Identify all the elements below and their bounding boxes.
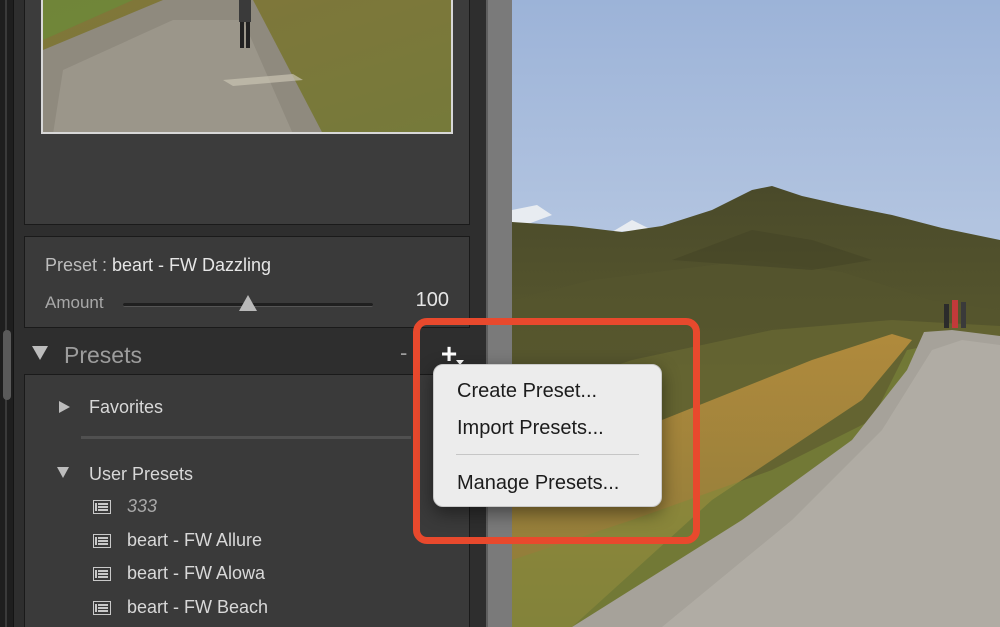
presets-panel-title[interactable]: Presets (64, 342, 142, 369)
trail-photo-thumbnail (43, 0, 451, 132)
amount-label: Amount (45, 293, 104, 312)
preset-item-fw-alowa[interactable]: beart - FW Alowa (93, 563, 453, 587)
current-preset-line: Preset : beart - FW Dazzling (45, 255, 271, 276)
favorites-group-label[interactable]: Favorites (89, 397, 163, 418)
slider-thumb-icon[interactable] (239, 295, 257, 311)
preset-item-label: 333 (127, 496, 158, 516)
preset-amount-panel: Preset : beart - FW Dazzling Amount 100 (24, 236, 470, 328)
preset-item-fw-beach[interactable]: beart - FW Beach (93, 597, 453, 621)
preset-list-icon (93, 601, 111, 615)
preset-item-label: beart - FW Alowa (127, 563, 266, 583)
preset-item-333[interactable]: 333 (93, 496, 453, 520)
preset-item-label: beart - FW Beach (127, 597, 269, 617)
preset-prefix-label: Preset : (45, 255, 113, 275)
preset-item-label: beart - FW Allure (127, 530, 263, 550)
left-panel-scrollbar-thumb[interactable] (3, 330, 11, 400)
remove-preset-button[interactable]: - (400, 340, 407, 366)
presets-collapse-triangle-icon[interactable] (32, 346, 48, 360)
left-panel-scroll-track[interactable] (0, 0, 14, 627)
user-presets-group-label[interactable]: User Presets (89, 464, 193, 485)
amount-slider[interactable] (123, 295, 373, 311)
presets-list: Favorites User Presets 333 beart - FW Al… (24, 374, 470, 627)
menu-item-manage-presets[interactable]: Manage Presets... (457, 472, 619, 495)
scroll-track-line (5, 0, 7, 627)
presets-panel-header[interactable]: Presets - + (24, 336, 470, 374)
amount-value[interactable]: 100 (416, 289, 449, 312)
preset-list-icon (93, 567, 111, 581)
menu-item-create-preset[interactable]: Create Preset... (457, 380, 597, 403)
navigator-preview-image[interactable] (41, 0, 453, 134)
group-divider (81, 436, 411, 439)
current-preset-name: beart - FW Dazzling (112, 255, 272, 275)
favorites-expand-triangle-icon[interactable] (59, 401, 70, 413)
user-presets-collapse-triangle-icon[interactable] (57, 467, 69, 478)
preset-list-icon (93, 500, 111, 514)
add-preset-context-menu: Create Preset... Import Presets... Manag… (433, 364, 662, 507)
menu-separator (456, 454, 639, 455)
preset-list-icon (93, 534, 111, 548)
menu-item-import-presets[interactable]: Import Presets... (457, 417, 604, 440)
preset-item-fw-allure[interactable]: beart - FW Allure (93, 530, 453, 554)
navigator-preview-panel (24, 0, 470, 225)
distant-hikers (944, 300, 966, 328)
